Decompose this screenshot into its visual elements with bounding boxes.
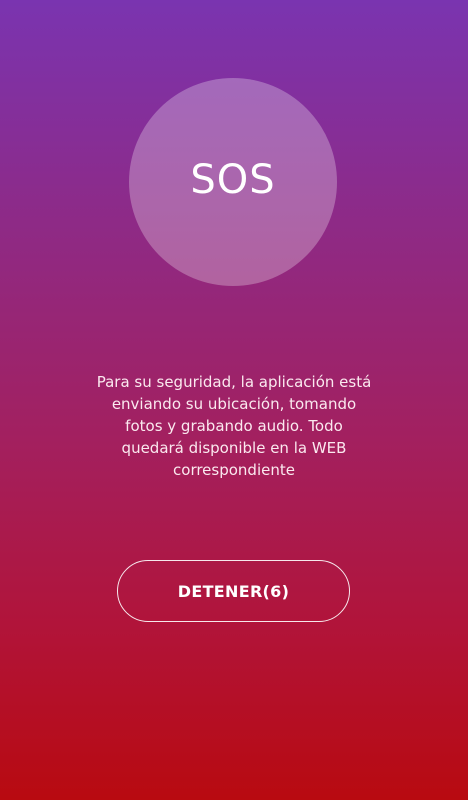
stop-button-label: DETENER(6) — [177, 581, 290, 601]
message-line: enviando su ubicación, tomando — [111, 395, 357, 413]
message-line: correspondiente — [173, 461, 295, 479]
sos-label: SOS — [190, 157, 276, 203]
stop-button[interactable]: DETENER(6) — [117, 560, 350, 622]
message-line: quedará disponible en la WEB — [121, 439, 347, 457]
message-line: fotos y grabando audio. Todo — [125, 417, 343, 435]
message-line: Para su seguridad, la aplicación está — [96, 373, 372, 391]
sos-button[interactable]: SOS — [129, 78, 337, 286]
security-message: Para su seguridad, la aplicación está en… — [96, 371, 372, 481]
sos-screen: SOS Para su seguridad, la aplicación est… — [0, 0, 468, 800]
